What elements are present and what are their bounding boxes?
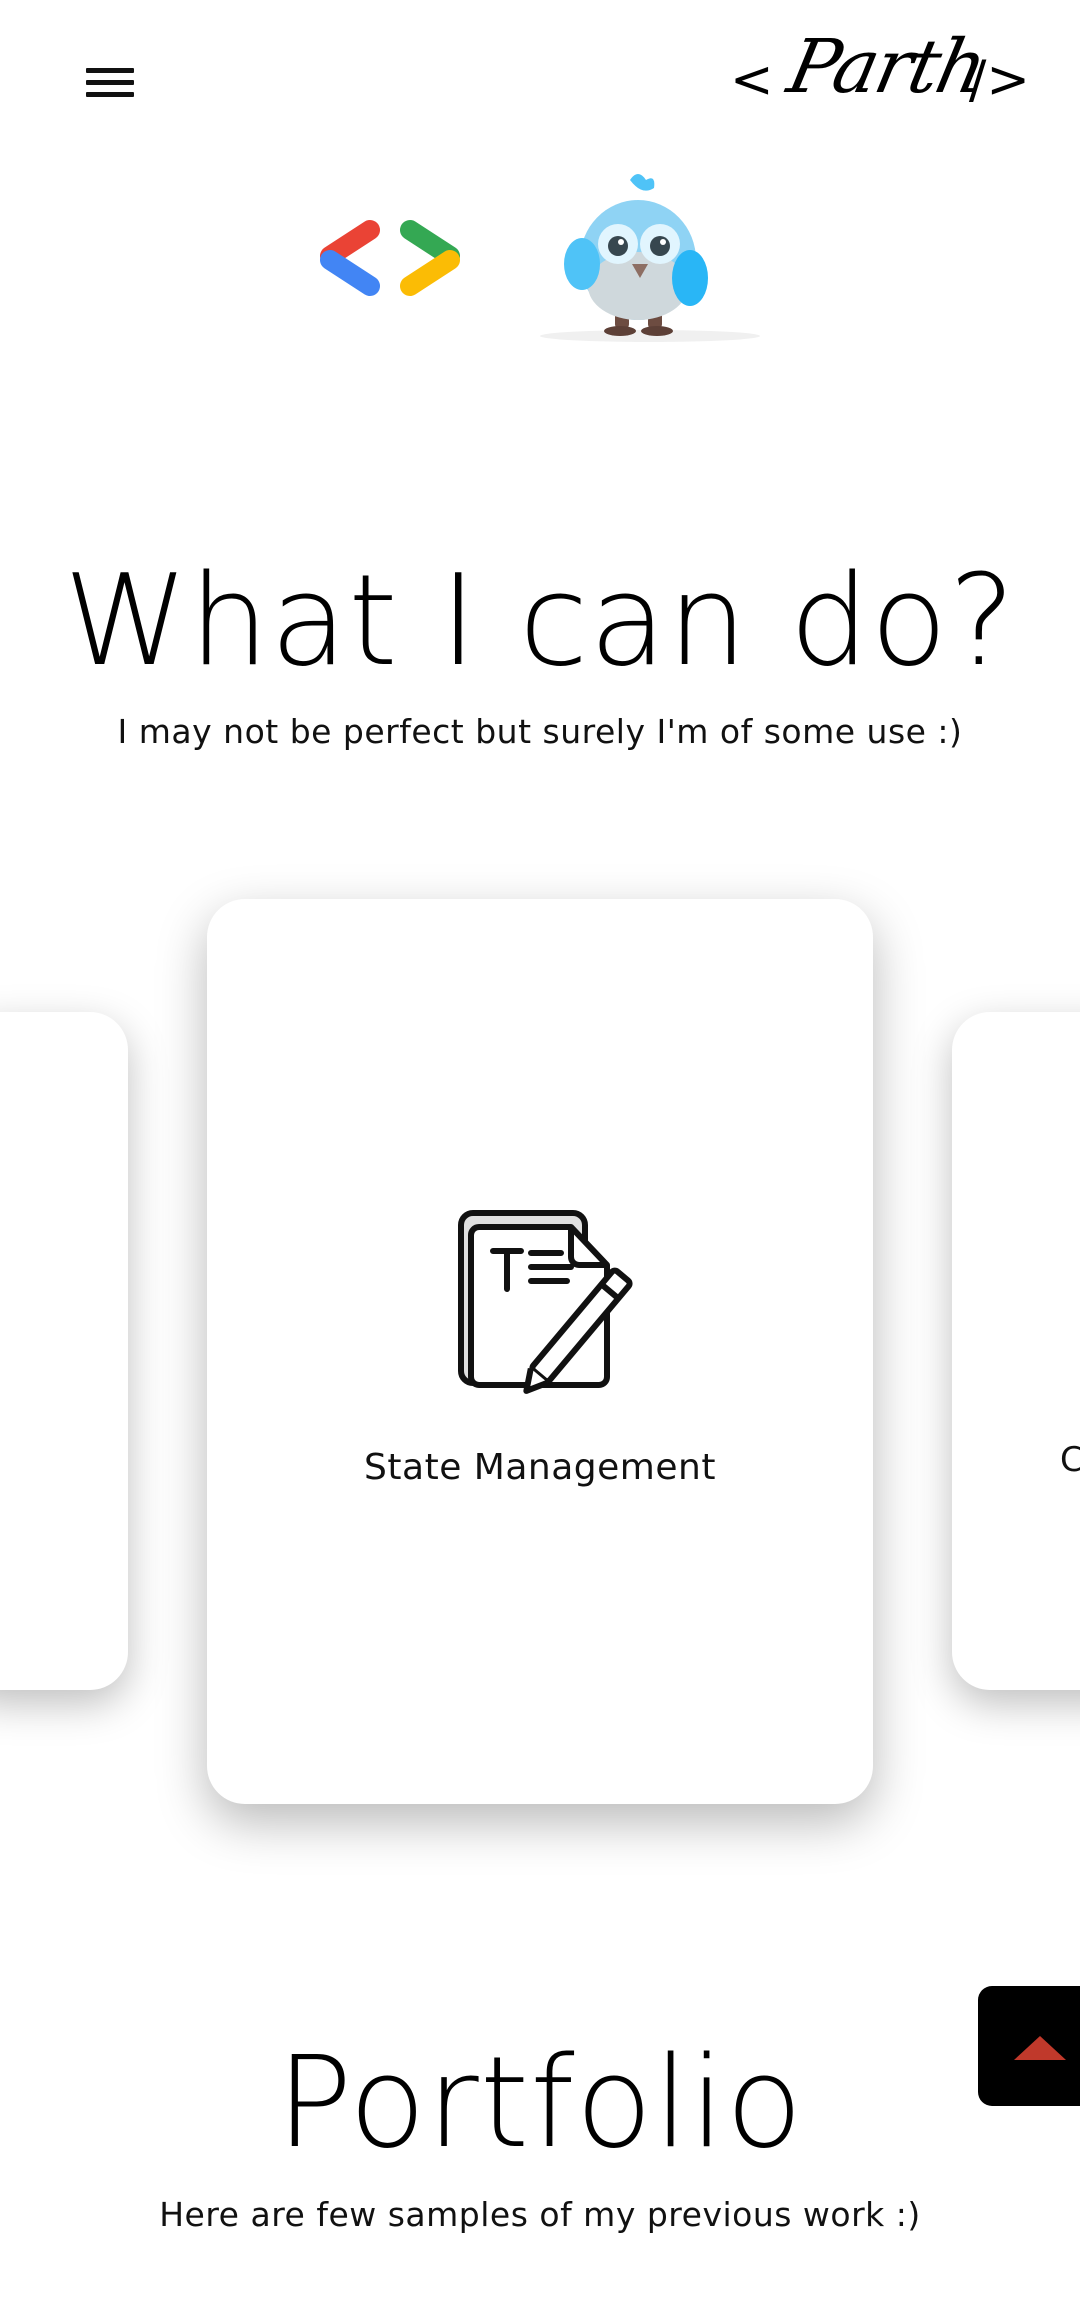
portfolio-title: Portfolio (276, 2029, 804, 2176)
portfolio-subtitle: Here are few samples of my previous work… (159, 2195, 921, 2234)
google-developers-logo-icon (320, 220, 460, 296)
skill-card-state-management[interactable]: State Management (207, 899, 873, 1804)
scroll-to-top-button[interactable] (978, 1986, 1080, 2106)
skills-subtitle: I may not be perfect but surely I'm of s… (117, 712, 963, 751)
signature-close-bracket: /> (968, 50, 1030, 110)
skill-card-next[interactable]: C (952, 1012, 1080, 1690)
arrow-up-icon (1014, 2036, 1066, 2060)
skill-card-label: State Management (364, 1447, 716, 1488)
menu-line (86, 92, 134, 97)
signature-name: Parth (780, 24, 993, 110)
logo-yellow-stroke (400, 250, 460, 296)
skill-card-previous[interactable] (0, 1012, 128, 1690)
skills-title: What I can do? (63, 547, 1017, 694)
hamburger-menu-icon[interactable] (86, 66, 134, 100)
signature-open-bracket: < (730, 50, 774, 110)
document-edit-icon (458, 1210, 633, 1394)
signature-logo[interactable]: < Parth /> (730, 22, 1030, 122)
skill-card-next-label: C (1060, 1440, 1080, 1480)
menu-line (86, 80, 134, 85)
dash-bird-mascot-icon (540, 174, 760, 342)
page: < Parth /> What I can do? I may not be p… (0, 0, 1080, 2308)
menu-line (86, 68, 134, 73)
logo-blue-stroke (320, 250, 380, 296)
